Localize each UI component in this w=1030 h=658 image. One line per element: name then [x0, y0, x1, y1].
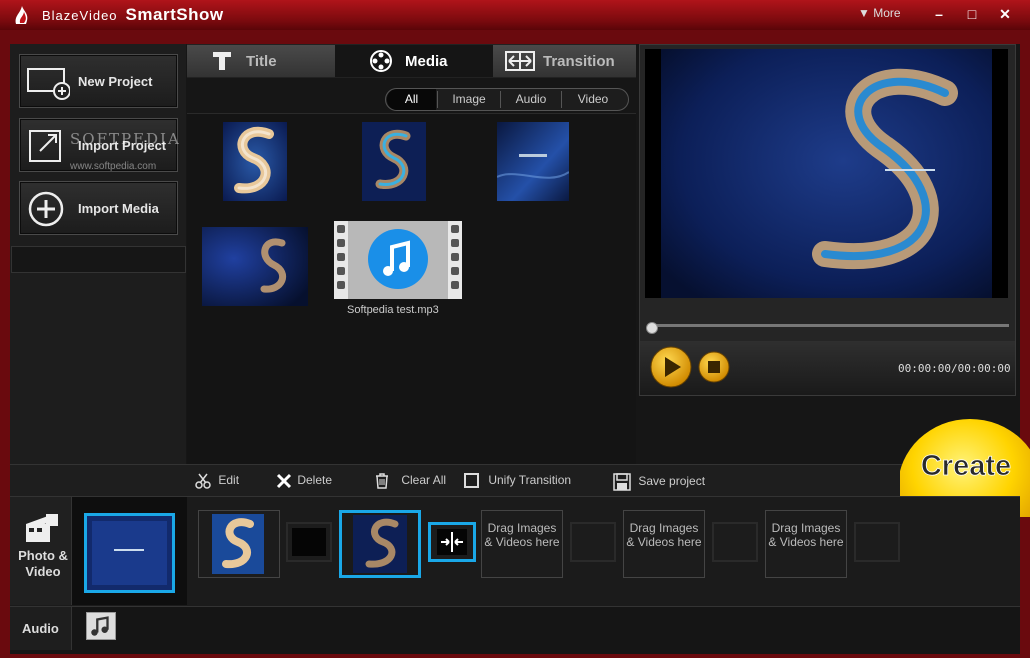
- blazevideo-logo-icon: [15, 6, 28, 24]
- progress-handle[interactable]: [646, 322, 658, 334]
- transition-slot-selected[interactable]: [428, 522, 476, 562]
- x-icon: [276, 473, 292, 489]
- progress-track[interactable]: [652, 324, 1009, 327]
- plus-circle-icon: [28, 191, 64, 227]
- tab-transition-label: Transition: [543, 53, 615, 70]
- transition-slot[interactable]: [712, 522, 758, 562]
- import-project-icon: [29, 130, 61, 162]
- filter-all[interactable]: All: [387, 89, 436, 110]
- clear-all-button[interactable]: Clear All: [374, 473, 446, 489]
- create-label: Create: [921, 450, 1011, 482]
- transition-slot[interactable]: [286, 522, 332, 562]
- import-media-label: Import Media: [78, 201, 159, 216]
- edit-button[interactable]: Edit: [195, 473, 239, 489]
- stop-button[interactable]: [697, 350, 731, 384]
- title-icon: [213, 52, 231, 70]
- audio-track-label: Audio: [22, 621, 59, 636]
- audio-media-item[interactable]: [334, 221, 462, 299]
- left-panel-divider: [11, 246, 186, 273]
- new-project-button[interactable]: New Project: [19, 54, 178, 108]
- filter-image[interactable]: Image: [438, 89, 500, 110]
- save-icon: [613, 473, 631, 491]
- playback-time: 00:00:00/00:00:00: [898, 362, 1011, 375]
- timeline-clip-selected[interactable]: [84, 513, 175, 593]
- edit-label: Edit: [218, 473, 240, 488]
- save-project-button[interactable]: Save project: [613, 473, 705, 491]
- tab-title-label: Title: [246, 53, 277, 70]
- trash-icon: [376, 473, 388, 489]
- transition-slot[interactable]: [570, 522, 616, 562]
- delete-button[interactable]: Delete: [276, 473, 332, 489]
- tab-title[interactable]: Title: [187, 45, 335, 77]
- filter-audio[interactable]: Audio: [501, 89, 561, 110]
- new-project-icon: [27, 68, 70, 100]
- tab-media[interactable]: Media: [335, 45, 493, 77]
- minimize-button[interactable]: –: [926, 4, 952, 24]
- new-project-label: New Project: [78, 74, 153, 89]
- stop-icon: [708, 361, 720, 373]
- media-thumbnail[interactable]: [497, 122, 569, 201]
- clear-all-label: Clear All: [401, 473, 447, 488]
- more-label: More: [873, 6, 901, 20]
- drag-drop-slot[interactable]: Drag Images & Videos here: [765, 510, 847, 578]
- unify-transition-checkbox[interactable]: Unify Transition: [464, 473, 572, 489]
- filter-video[interactable]: Video: [562, 89, 624, 110]
- clapperboard-icon: [26, 514, 58, 542]
- tab-transition[interactable]: Transition: [493, 45, 636, 77]
- audio-track: [10, 606, 1020, 650]
- timeline-clip-selected[interactable]: [339, 510, 421, 578]
- delete-label: Delete: [297, 473, 333, 488]
- transition-icon: [505, 51, 535, 71]
- watermark: SOFTPEDIA: [70, 130, 181, 148]
- brand-prefix: BlazeVideo: [42, 8, 118, 23]
- maximize-button[interactable]: □: [959, 4, 985, 24]
- timeline-clip-thumbnail: [212, 514, 264, 574]
- app-title: BlazeVideo SmartShow: [42, 5, 224, 25]
- media-thumbnail[interactable]: [202, 227, 308, 306]
- drag-drop-slot[interactable]: Drag Images & Videos here: [623, 510, 705, 578]
- brand-name: SmartShow: [125, 5, 224, 24]
- save-project-label: Save project: [638, 474, 706, 489]
- transition-slot[interactable]: [854, 522, 900, 562]
- tab-media-label: Media: [405, 53, 448, 70]
- media-thumbnail[interactable]: [223, 122, 287, 201]
- scissors-icon: [195, 473, 211, 489]
- preview-screen: [645, 49, 1008, 298]
- unify-transition-label: Unify Transition: [488, 473, 572, 487]
- close-button[interactable]: ✕: [992, 4, 1018, 24]
- play-button[interactable]: [649, 345, 693, 389]
- import-media-button[interactable]: Import Media: [19, 181, 178, 235]
- music-note-icon[interactable]: [86, 612, 116, 640]
- more-menu[interactable]: ▼ More: [858, 6, 901, 20]
- media-item-label: Softpedia test.mp3: [347, 304, 439, 316]
- watermark-url: www.softpedia.com: [70, 161, 157, 172]
- checkbox-icon: [464, 473, 479, 489]
- photo-video-label: Photo & Video: [18, 548, 68, 579]
- film-reel-icon: [370, 50, 392, 72]
- media-thumbnail[interactable]: [362, 122, 426, 201]
- drag-drop-slot[interactable]: Drag Images & Videos here: [481, 510, 563, 578]
